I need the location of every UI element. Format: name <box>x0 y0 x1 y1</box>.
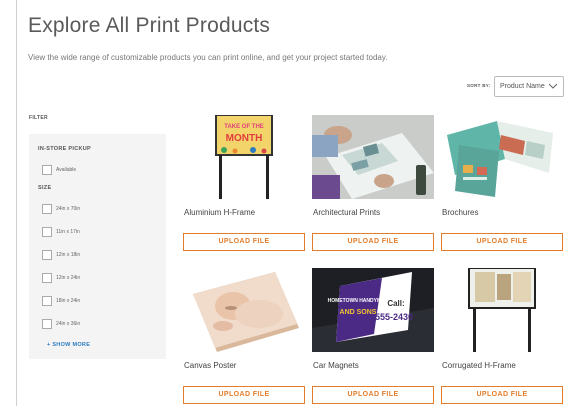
filter-option-label: 11in x 17in <box>56 228 80 235</box>
filter-option-size[interactable]: 12in x 24in <box>42 272 80 283</box>
product-title[interactable]: Canvas Poster <box>184 361 236 370</box>
filter-option-size[interactable]: 24in x 36in <box>42 318 80 329</box>
checkbox[interactable] <box>42 272 52 283</box>
product-title[interactable]: Aluminium H-Frame <box>184 208 255 217</box>
filter-option-label: 12in x 24in <box>56 274 81 281</box>
show-more-link[interactable]: + SHOW MORE <box>47 342 90 348</box>
product-title[interactable]: Corrugated H-Frame <box>442 361 516 370</box>
product-image-aluminium-h-frame[interactable]: TAKE OF THE MONTH <box>183 115 305 199</box>
filter-section-pickup: IN-STORE PICKUP <box>38 146 91 152</box>
upload-file-button[interactable]: UPLOAD FILE <box>183 386 305 404</box>
checkbox[interactable] <box>42 164 52 175</box>
checkbox[interactable] <box>42 249 52 260</box>
magnet-text-2: AND SONS <box>340 309 377 316</box>
product-image-brochures[interactable] <box>441 115 563 199</box>
chevron-down-icon <box>548 83 558 89</box>
upload-file-button[interactable]: UPLOAD FILE <box>312 233 434 251</box>
filter-option-label: 18in x 24in <box>56 297 81 304</box>
filter-heading: FILTER <box>29 115 48 121</box>
sign-text-top: TAKE OF THE <box>224 124 264 130</box>
page-subtitle: View the wide range of customizable prod… <box>28 53 388 62</box>
sort-value: Product Name <box>500 83 545 90</box>
filter-section-size: SIZE <box>38 185 52 191</box>
page-frame: Explore All Print Products View the wide… <box>16 0 577 406</box>
product-image-canvas-poster[interactable] <box>183 268 305 352</box>
filter-option-size[interactable]: 12in x 18in <box>42 249 80 260</box>
checkbox[interactable] <box>42 226 52 237</box>
filter-option-available[interactable]: Available <box>42 164 76 175</box>
filter-option-size[interactable]: 11in x 17in <box>42 226 80 237</box>
product-title[interactable]: Architectural Prints <box>313 208 380 217</box>
upload-file-button[interactable]: UPLOAD FILE <box>312 386 434 404</box>
upload-file-button[interactable]: UPLOAD FILE <box>441 233 563 251</box>
upload-file-button[interactable]: UPLOAD FILE <box>441 386 563 404</box>
sort-select[interactable]: Product Name <box>494 76 564 97</box>
magnet-text-3: Call: <box>387 299 404 308</box>
filter-option-label: 24in x 70in <box>56 205 81 212</box>
product-image-architectural-prints[interactable] <box>312 115 434 199</box>
magnet-text-4: 555-2430 <box>375 312 413 322</box>
sign-text-main: MONTH <box>226 133 263 144</box>
checkbox[interactable] <box>42 203 52 214</box>
checkbox[interactable] <box>42 318 52 329</box>
filter-option-label: 12in x 18in <box>56 251 81 258</box>
magnet-text-1: HOMETOWN HANDYMAN <box>328 298 389 304</box>
product-title[interactable]: Brochures <box>442 208 478 217</box>
product-image-car-magnets[interactable]: HOMETOWN HANDYMAN AND SONS Call: 555-243… <box>312 268 434 352</box>
checkbox[interactable] <box>42 295 52 306</box>
filter-option-size[interactable]: 24in x 70in <box>42 203 80 214</box>
filter-panel: IN-STORE PICKUP Available SIZE 24in x 70… <box>29 134 166 359</box>
upload-file-button[interactable]: UPLOAD FILE <box>183 233 305 251</box>
filter-option-label: 24in x 36in <box>56 320 81 327</box>
filter-option-label: Available <box>56 166 77 173</box>
product-title[interactable]: Car Magnets <box>313 361 359 370</box>
filter-option-size[interactable]: 18in x 24in <box>42 295 80 306</box>
sort-label: SORT BY: <box>467 83 491 88</box>
page-title: Explore All Print Products <box>28 14 271 37</box>
product-image-corrugated-h-frame[interactable] <box>441 268 563 352</box>
